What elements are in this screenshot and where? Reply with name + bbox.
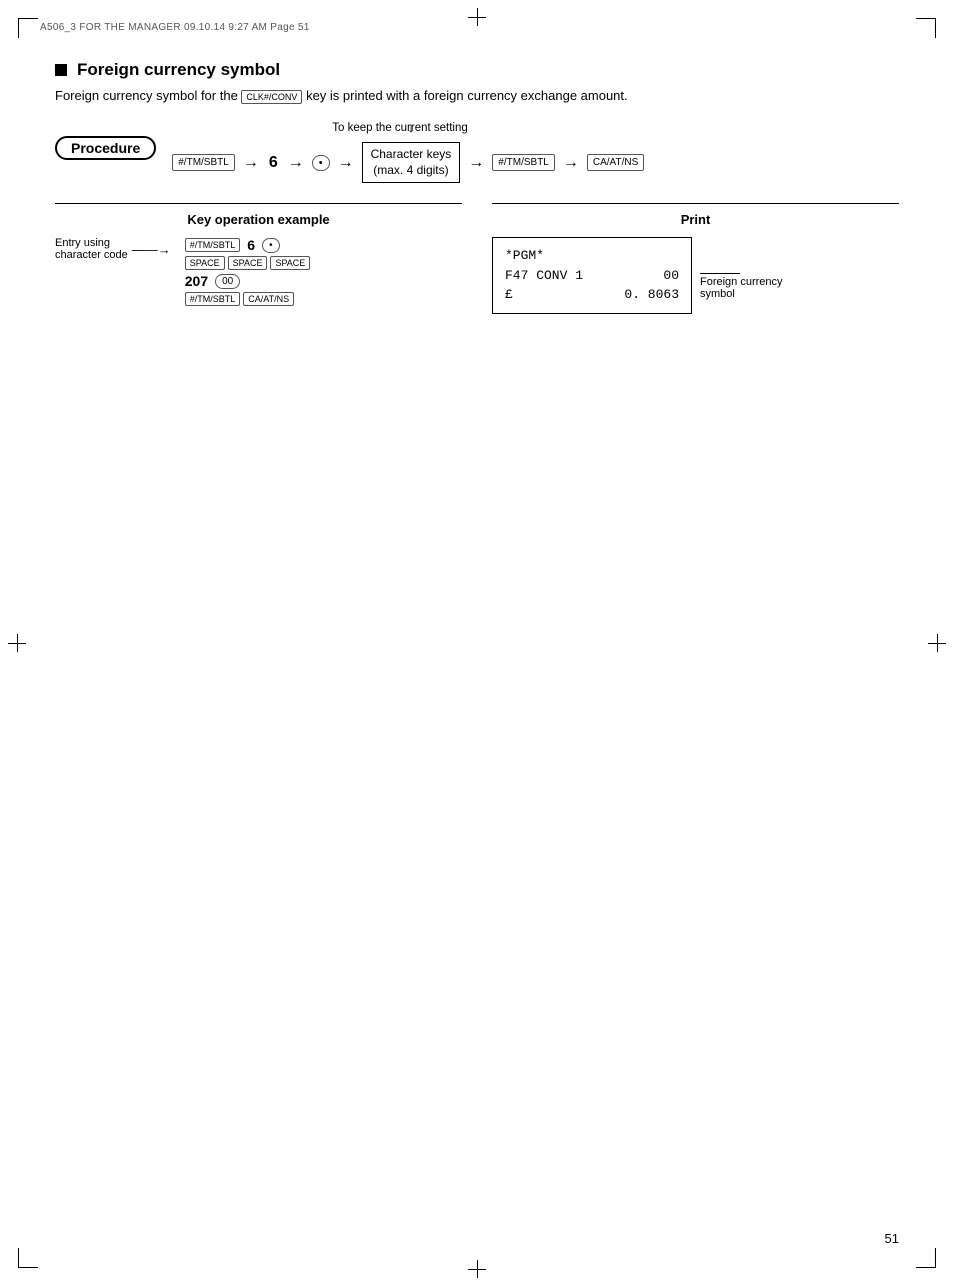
corner-mark-tl [18, 18, 38, 38]
bullet-icon [55, 64, 67, 76]
print-receipt: *PGM* F47 CONV 1 00 £ 0. 8063 [492, 237, 692, 314]
print-line2-left: F47 CONV 1 [505, 266, 583, 286]
key-op-header: Key operation example [55, 212, 462, 227]
arrow-1: → [243, 154, 259, 172]
hash-tm-sbtl-key-1: #/TM/SBTL [172, 154, 235, 171]
kr4-key2: CA/AT/NS [243, 292, 294, 306]
hash-tm-sbtl-key-2: #/TM/SBTL [492, 154, 555, 171]
annotation-text: Foreign currency symbol [700, 276, 783, 300]
kr2-space2: SPACE [228, 256, 268, 270]
header-meta: A506_3 FOR THE MANAGER 09.10.14 9:27 AM … [40, 22, 310, 33]
kr3-key: 00 [215, 274, 240, 289]
entry-arrow: ——→ [132, 242, 171, 257]
kr1-key1: #/TM/SBTL [185, 238, 241, 252]
entry-label: Entry using character code ——→ [55, 237, 175, 261]
six-label: 6 [269, 154, 278, 172]
key-operation-col: Key operation example Entry using charac… [55, 203, 462, 314]
arrow-2: → [288, 154, 304, 172]
corner-mark-br [916, 1248, 936, 1268]
main-content: Foreign currency symbol Foreign currency… [55, 60, 899, 314]
print-line1: *PGM* [505, 246, 679, 266]
print-line2-right: 00 [663, 266, 679, 286]
print-line3-right: 0. 8063 [624, 285, 679, 305]
kr2-space1: SPACE [185, 256, 225, 270]
procedure-badge: Procedure [55, 136, 156, 160]
page-number: 51 [885, 1231, 899, 1246]
corner-mark-bl [18, 1248, 38, 1268]
char-keys-line2: (max. 4 digits) [371, 163, 452, 179]
key-row-3: 207 00 [185, 273, 240, 289]
kr2-space3: SPACE [270, 256, 310, 270]
cross-mark-bottom [468, 1260, 486, 1278]
print-right-col: *PGM* F47 CONV 1 00 £ 0. 8063 Foreign cu… [492, 237, 899, 314]
arrow-3: → [338, 154, 354, 172]
arrow-5: → [563, 154, 579, 172]
char-keys-line1: Character keys [371, 147, 452, 163]
subtitle: Foreign currency symbol for the CLK#/CON… [55, 88, 899, 104]
ca-at-ns-key: CA/AT/NS [587, 154, 644, 171]
key-row-2: SPACE SPACE SPACE [185, 256, 311, 270]
kr1-six: 6 [247, 237, 255, 253]
arrow-4: → [468, 154, 484, 172]
subtitle-after: key is printed with a foreign currency e… [306, 88, 628, 103]
keep-label: To keep the current setting [332, 122, 468, 134]
print-line2: F47 CONV 1 00 [505, 266, 679, 286]
print-header: Print [492, 212, 899, 227]
key-row-4: #/TM/SBTL CA/AT/NS [185, 292, 294, 306]
key-op-content: Entry using character code ——→ #/TM/SBTL… [55, 237, 462, 306]
char-keys-box: Character keys (max. 4 digits) [362, 142, 461, 183]
clk-conv-key: CLK#/CONV [241, 90, 302, 104]
annotation-area: Foreign currency symbol [700, 267, 783, 300]
kr4-key1: #/TM/SBTL [185, 292, 241, 306]
section-title: Foreign currency symbol [55, 60, 899, 80]
print-col: Print *PGM* F47 CONV 1 00 £ 0. 8063 Fore… [492, 203, 899, 314]
cross-mark-right [928, 634, 946, 652]
down-arrow-keep: ↓ [408, 120, 415, 135]
bullet-key: • [312, 155, 330, 171]
kr1-bullet: • [262, 238, 280, 253]
section-title-text: Foreign currency symbol [77, 60, 280, 80]
cross-mark-left [8, 634, 26, 652]
print-line3-left: £ [505, 285, 513, 305]
subtitle-before: Foreign currency symbol for the [55, 88, 238, 103]
corner-mark-tr [916, 18, 936, 38]
key-row-1: #/TM/SBTL 6 • [185, 237, 280, 253]
two-col-section: Key operation example Entry using charac… [55, 203, 899, 314]
print-line3: £ 0. 8063 [505, 285, 679, 305]
key-sequence: #/TM/SBTL 6 • SPACE SPACE SPACE 207 00 [185, 237, 311, 306]
kr3-num: 207 [185, 273, 208, 289]
annotation-line [700, 273, 740, 274]
cross-mark-top [468, 8, 486, 26]
